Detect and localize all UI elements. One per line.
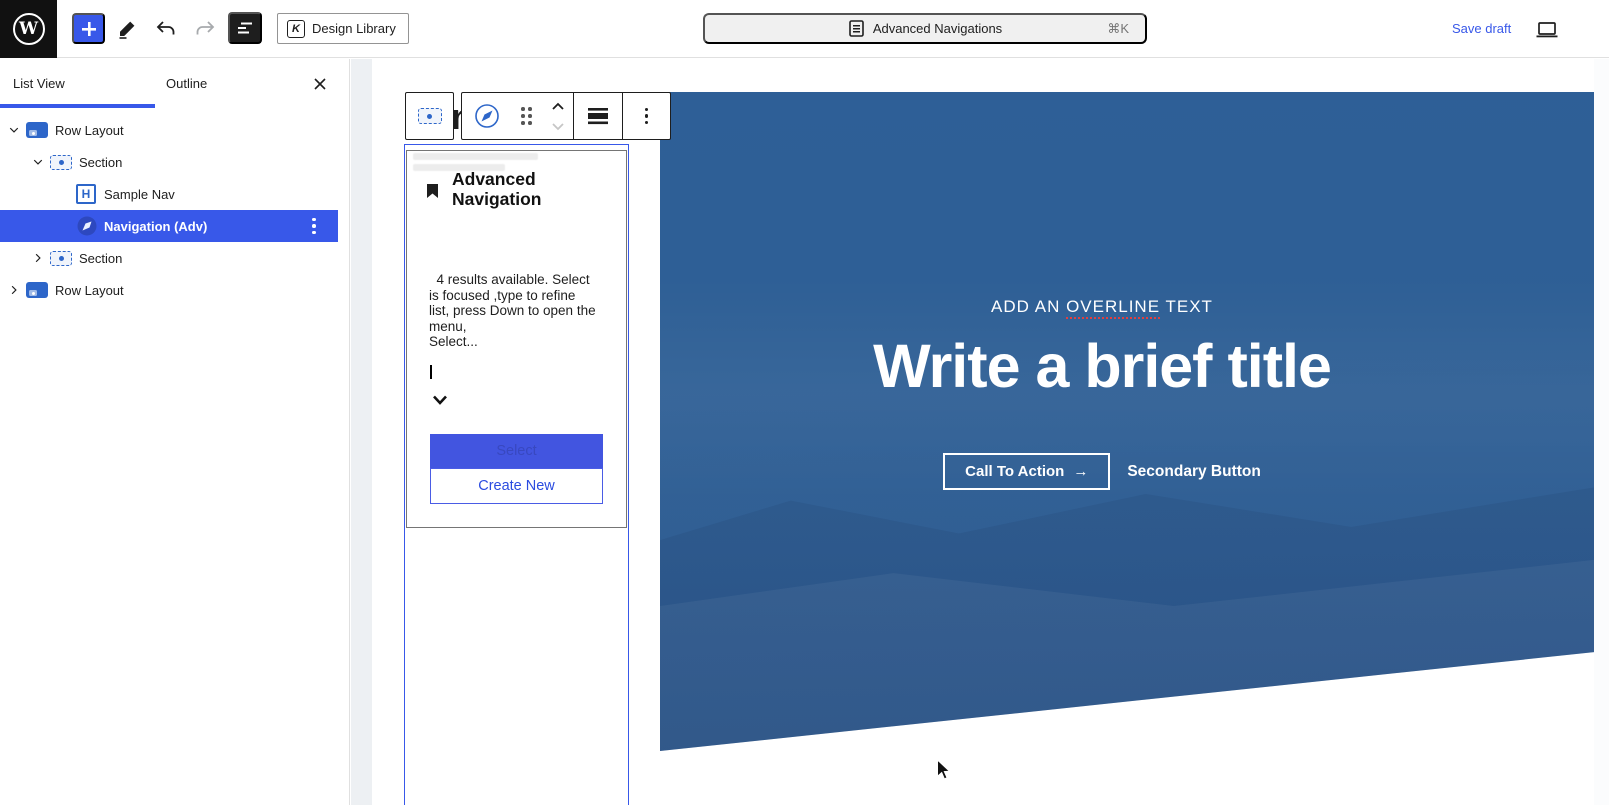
tree-item-label: Navigation (Adv) [104, 219, 207, 234]
block-parent-selector [405, 92, 454, 140]
text-caret [430, 365, 432, 379]
active-tab-underline [0, 104, 155, 108]
undo-button[interactable] [151, 16, 181, 42]
chevron-down-icon[interactable] [30, 154, 46, 170]
select-parent-section-button[interactable] [406, 93, 453, 139]
sidebar-tabbar: List View Outline [0, 59, 349, 108]
kebab-icon [645, 108, 649, 125]
hero-overline[interactable]: ADD AN OVERLINE TEXT [660, 297, 1544, 317]
save-draft-button[interactable]: Save draft [1452, 21, 1511, 36]
redo-icon [193, 18, 217, 40]
command-shortcut: ⌘K [1107, 21, 1129, 37]
cta-label: Call To Action [965, 463, 1064, 480]
undo-icon [154, 18, 178, 40]
tree-item-label: Row Layout [55, 283, 124, 298]
canvas-gutter [351, 59, 372, 805]
bookmark-icon [427, 184, 438, 203]
list-view-sidebar: List View Outline Row Layout [0, 59, 350, 805]
navigation-adv-icon [76, 215, 98, 237]
preview-button[interactable] [1532, 17, 1562, 43]
document-icon [848, 19, 865, 38]
skeleton-bar [413, 153, 538, 160]
kadence-logo-icon: K [287, 20, 305, 38]
editor-screen: W [0, 0, 1609, 805]
plus-icon [80, 20, 98, 38]
edit-tool-button[interactable] [112, 16, 142, 42]
wordpress-menu-button[interactable]: W [0, 0, 57, 58]
redo-button[interactable] [190, 16, 220, 42]
chevron-right-icon[interactable] [30, 250, 46, 266]
tree-item-label: Section [79, 155, 122, 170]
command-palette-label: Advanced Navigations [873, 21, 1002, 36]
create-new-button[interactable]: Create New [430, 468, 603, 504]
hero-buttons-row: Call To Action → Secondary Button [660, 453, 1544, 490]
canvas-right-rail [1594, 59, 1609, 805]
tree-item-section-1[interactable]: Section [0, 146, 338, 178]
kebab-icon [312, 218, 316, 235]
tree-item-row-layout[interactable]: Row Layout [0, 114, 338, 146]
pencil-icon [116, 18, 138, 40]
section-icon [50, 155, 72, 170]
arrow-right-icon: → [1073, 463, 1088, 480]
wordpress-logo-icon: W [13, 13, 45, 45]
tree-item-label: Sample Nav [104, 187, 175, 202]
block-inserter-button[interactable] [72, 13, 105, 44]
secondary-button[interactable]: Secondary Button [1127, 463, 1260, 481]
move-down-button[interactable] [551, 117, 565, 135]
close-sidebar-button[interactable] [306, 71, 334, 97]
sample-nav-icon: H [76, 184, 96, 204]
block-options-button[interactable] [623, 93, 670, 139]
tree-item-sample-nav[interactable]: H Sample Nav [0, 178, 338, 210]
tab-list-view[interactable]: List View [13, 59, 65, 108]
call-to-action-button[interactable]: Call To Action → [943, 453, 1110, 490]
move-up-button[interactable] [551, 97, 565, 115]
placeholder-title: Advanced Navigation [452, 169, 612, 209]
compass-icon [474, 103, 500, 129]
design-library-button[interactable]: K Design Library [277, 13, 409, 44]
chevron-up-icon [551, 102, 565, 111]
close-icon [313, 77, 327, 91]
laptop-icon [1535, 19, 1559, 41]
command-palette[interactable]: Advanced Navigations ⌘K [703, 13, 1147, 44]
tab-outline[interactable]: Outline [166, 59, 207, 108]
tree-item-label: Section [79, 251, 122, 266]
hero-section[interactable]: ADD AN OVERLINE TEXT Write a brief title… [660, 92, 1594, 751]
section-icon [50, 251, 72, 266]
block-toolbar [461, 92, 671, 140]
row-layout-icon [26, 122, 48, 138]
mouse-cursor [936, 759, 951, 785]
overline-misspelled-word: OVERLINE [1066, 297, 1160, 319]
row-layout-icon [26, 282, 48, 298]
justify-alignment-button[interactable] [574, 93, 622, 139]
combobox-status-text: 4 results available. Select is focused ,… [429, 272, 607, 350]
tree-item-label: Row Layout [55, 123, 124, 138]
document-overview-button[interactable] [228, 12, 262, 44]
tree-item-section-2[interactable]: Section [0, 242, 338, 274]
tree-item-row-layout-2[interactable]: Row Layout [0, 274, 338, 306]
chevron-down-icon [551, 122, 565, 131]
hero-title[interactable]: Write a brief title [660, 334, 1544, 398]
list-view-icon [234, 17, 256, 39]
design-library-label: Design Library [312, 21, 396, 36]
chevron-down-icon [432, 394, 448, 406]
select-button[interactable]: Select [430, 434, 603, 468]
drag-handle[interactable] [512, 93, 542, 139]
section-icon [418, 108, 442, 124]
chevron-down-icon[interactable] [6, 122, 22, 138]
drag-dots-icon [521, 107, 532, 125]
overline-text: ADD AN [991, 297, 1066, 316]
hero-content: ADD AN OVERLINE TEXT Write a brief title… [660, 92, 1544, 751]
overline-text: TEXT [1160, 297, 1213, 316]
tree-item-options-button[interactable] [304, 216, 324, 236]
navigation-block-type-button[interactable] [462, 93, 512, 139]
block-mover [542, 97, 574, 135]
tree-item-navigation-adv[interactable]: Navigation (Adv) [0, 210, 338, 242]
combobox-toggle-button[interactable] [429, 391, 451, 409]
chevron-right-icon[interactable] [6, 282, 22, 298]
top-toolbar: W [0, 0, 1609, 58]
justify-icon [587, 107, 609, 125]
